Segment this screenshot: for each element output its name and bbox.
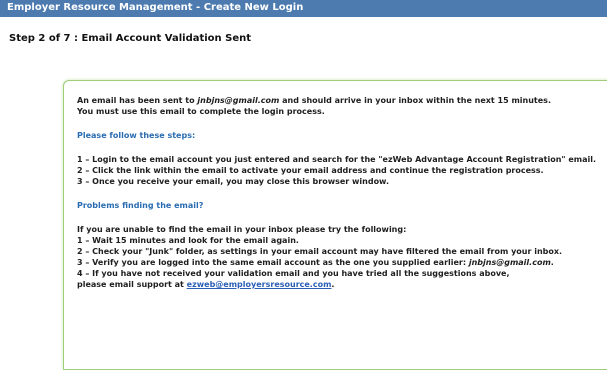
problem-item-4: 4 – If you have not received your valida… — [77, 269, 510, 278]
sent-email-address: jnbjns@gmail.com — [197, 96, 280, 105]
problems-intro: If you are unable to find the email in y… — [77, 225, 407, 234]
step-item-3: 3 – Once you receive your email, you may… — [77, 177, 389, 186]
problems-heading: Problems finding the email? — [77, 201, 204, 210]
window-title: Employer Resource Management - Create Ne… — [7, 2, 304, 13]
support-email-link[interactable]: ezweb@employersresource.com — [187, 280, 332, 289]
window-title-bar: Employer Resource Management - Create Ne… — [0, 0, 607, 17]
step-item-2: 2 – Click the link within the email to a… — [77, 166, 544, 175]
step-item-1: 1 – Login to the email account you just … — [77, 155, 597, 164]
message-panel: An email has been sent to jnbjns@gmail.c… — [63, 80, 607, 370]
problem-item-3: 3 – Verify you are logged into the same … — [77, 258, 554, 267]
step-heading: Step 2 of 7 : Email Account Validation S… — [9, 33, 252, 44]
problems-list: If you are unable to find the email in y… — [77, 224, 602, 290]
steps-heading: Please follow these steps: — [77, 131, 196, 140]
problem-item-2: 2 – Check your "Junk" folder, as setting… — [77, 247, 563, 256]
problem-item-1: 1 – Wait 15 minutes and look for the ema… — [77, 236, 299, 245]
message-content: An email has been sent to jnbjns@gmail.c… — [77, 95, 602, 290]
intro-text: An email has been sent to jnbjns@gmail.c… — [77, 96, 551, 116]
steps-list: 1 – Login to the email account you just … — [77, 154, 602, 187]
verify-email-address: jnbjns@gmail.com — [468, 258, 551, 267]
support-line: please email support at ezweb@employersr… — [77, 280, 335, 289]
